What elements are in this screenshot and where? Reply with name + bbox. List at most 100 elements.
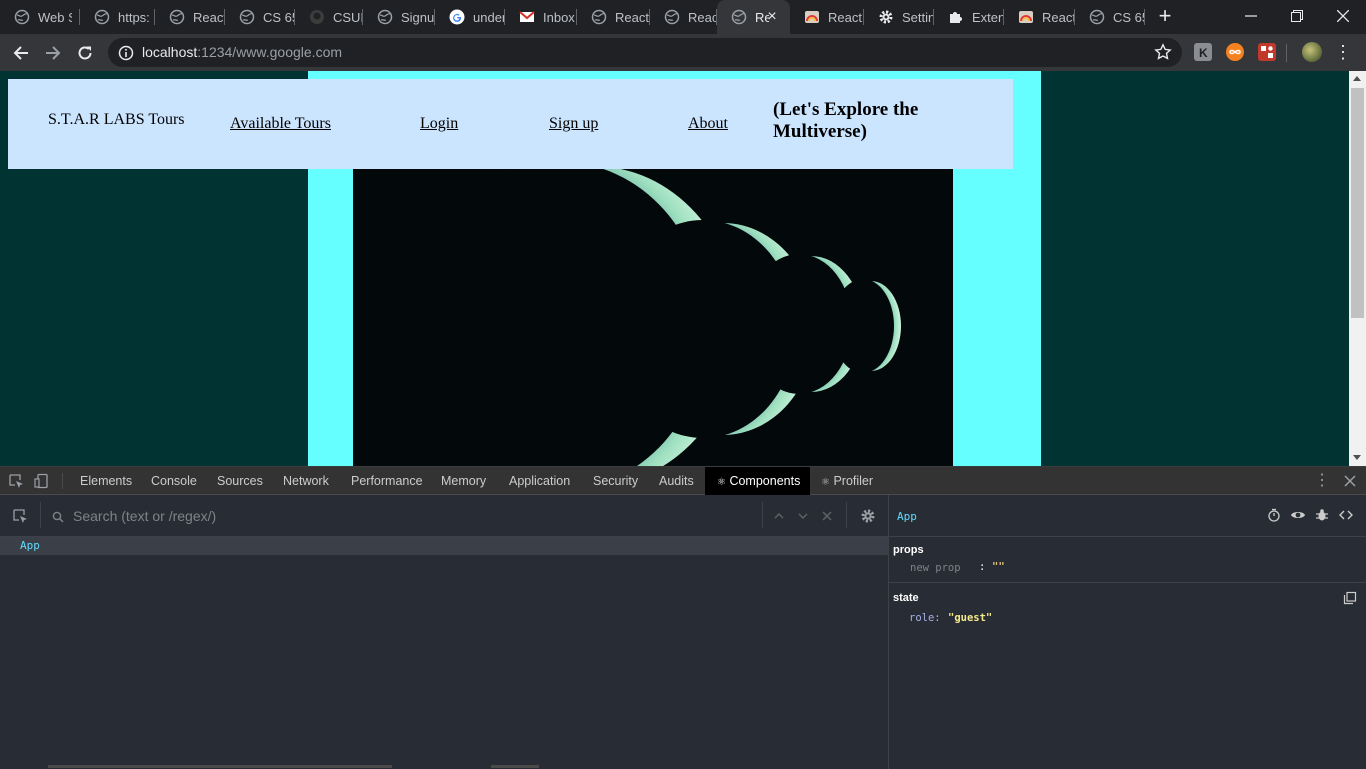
browser-tab[interactable]: React (790, 0, 864, 34)
tab-application[interactable]: Application (502, 467, 577, 495)
chevron-down-icon[interactable] (797, 510, 809, 522)
browser-tab[interactable]: Settin (864, 0, 934, 34)
tab-title: React (193, 9, 225, 25)
url-text[interactable]: localhost:1234/www.google.com (142, 44, 342, 60)
scrollbar-thumb[interactable] (1351, 88, 1364, 318)
nav-link-signup[interactable]: Sign up (549, 115, 598, 133)
nav-link-available-tours[interactable]: Available Tours (230, 115, 331, 133)
inspector-header: App (889, 495, 1366, 537)
browser-tab[interactable]: Signu (363, 0, 435, 34)
tab-performance[interactable]: Performance (344, 467, 430, 495)
extension-red-icon[interactable] (1258, 43, 1276, 61)
reload-button[interactable] (72, 40, 98, 66)
browser-tab[interactable]: React (155, 0, 225, 34)
globe-icon (1089, 9, 1105, 25)
state-value-role[interactable]: "guest" (948, 612, 992, 624)
browser-tab[interactable]: Inbox (505, 0, 577, 34)
tab-sources[interactable]: Sources (210, 467, 270, 495)
devtools-tab-bar: Elements Console Sources Network Perform… (0, 467, 1366, 495)
chrome-menu-button[interactable]: ⋮ (1334, 42, 1352, 64)
page-scrollbar[interactable] (1349, 71, 1366, 466)
device-toolbar-icon[interactable] (34, 473, 50, 489)
bookmark-star-icon[interactable] (1154, 43, 1172, 61)
eye-icon[interactable] (1290, 508, 1306, 522)
restore-button[interactable] (1274, 0, 1320, 32)
nav-link-about[interactable]: About (688, 115, 728, 133)
page-viewport: S.T.A.R LABS Tours Available Tours Login… (0, 71, 1366, 466)
browser-tab[interactable]: https: (80, 0, 155, 34)
address-bar[interactable]: localhost:1234/www.google.com (108, 38, 1182, 67)
component-search-input[interactable]: Search (text or /regex/) (73, 508, 216, 524)
component-tree-pane: Search (text or /regex/) App (0, 495, 888, 769)
tab-memory[interactable]: Memory (434, 467, 493, 495)
nav-link-login[interactable]: Login (420, 115, 458, 133)
globe-icon (169, 9, 185, 25)
tab-title: Exten (972, 9, 1004, 25)
back-button[interactable] (8, 40, 34, 66)
close-devtools-icon[interactable] (1342, 473, 1358, 489)
browser-tab[interactable]: Exten (934, 0, 1004, 34)
close-window-button[interactable] (1320, 0, 1366, 32)
scroll-up-arrow-icon[interactable] (1353, 76, 1361, 81)
tab-strip: Web S https: React CS 65 CSUEI Signu under Inbo… (0, 0, 1366, 34)
browser-tab[interactable]: React (650, 0, 717, 34)
close-tab-icon[interactable]: × (764, 9, 780, 25)
clear-search-icon[interactable] (821, 510, 833, 522)
chevron-up-icon[interactable] (773, 510, 785, 522)
browser-tab[interactable]: CS 65 (1075, 0, 1145, 34)
tab-console[interactable]: Console (144, 467, 204, 495)
tab-security[interactable]: Security (586, 467, 645, 495)
arrow-left-icon (13, 46, 28, 60)
new-prop-placeholder[interactable]: new prop (910, 562, 961, 574)
tab-title: Inbox (543, 9, 575, 25)
close-icon (1337, 10, 1349, 22)
tab-components-label: Components (729, 474, 801, 488)
arrow-right-icon (46, 46, 61, 60)
hero-image (353, 169, 953, 466)
puzzle-icon (948, 9, 964, 25)
tab-audits[interactable]: Audits (652, 467, 701, 495)
extension-infinity-icon[interactable] (1226, 43, 1244, 61)
select-element-icon[interactable] (12, 508, 28, 524)
rainbow-icon (804, 9, 820, 25)
globe-icon (239, 9, 255, 25)
globe-icon (377, 9, 393, 25)
browser-tab[interactable]: Web S (0, 0, 80, 34)
browser-tab[interactable]: Re × (717, 0, 790, 34)
devtools-panel: Elements Console Sources Network Perform… (0, 466, 1366, 769)
inspect-element-icon[interactable] (8, 473, 24, 489)
tab-profiler[interactable]: ⚛ Profiler (814, 467, 880, 495)
props-section-title: props (893, 544, 924, 556)
multiverse-planets-image (353, 169, 953, 466)
browser-tab[interactable]: React (577, 0, 650, 34)
restore-icon (1291, 10, 1303, 22)
gear-icon[interactable] (860, 508, 876, 524)
tree-row-app[interactable]: App (0, 537, 888, 555)
minimize-button[interactable] (1228, 0, 1274, 32)
browser-tab[interactable]: CS 65 (225, 0, 295, 34)
copy-icon[interactable] (1343, 591, 1357, 605)
url-host: localhost (142, 44, 198, 60)
browser-tab[interactable]: under (435, 0, 505, 34)
tab-title: React (615, 9, 649, 25)
tab-components[interactable]: ⚛ Components (705, 467, 810, 495)
stopwatch-icon[interactable] (1267, 508, 1281, 522)
rainbow-icon (1018, 9, 1034, 25)
devtools-menu-button[interactable]: ⋮ (1314, 471, 1330, 491)
new-prop-value[interactable]: "" (992, 561, 1005, 573)
info-icon[interactable] (118, 45, 134, 61)
new-tab-button[interactable]: + (1153, 5, 1177, 29)
forward-button[interactable] (40, 40, 66, 66)
browser-tab[interactable]: CSUEI (295, 0, 363, 34)
svg-text:K: K (1199, 46, 1208, 60)
tab-elements[interactable]: Elements (73, 467, 139, 495)
browser-tab[interactable]: React (1004, 0, 1075, 34)
scroll-down-arrow-icon[interactable] (1353, 455, 1361, 460)
extension-k-icon[interactable]: K (1194, 43, 1212, 61)
browser-toolbar: localhost:1234/www.google.com K ⋮ (0, 34, 1366, 71)
bug-icon[interactable] (1315, 508, 1329, 522)
view-source-icon[interactable] (1339, 508, 1353, 522)
search-separator-right (762, 502, 763, 528)
profile-avatar[interactable] (1302, 42, 1322, 62)
tab-network[interactable]: Network (276, 467, 336, 495)
